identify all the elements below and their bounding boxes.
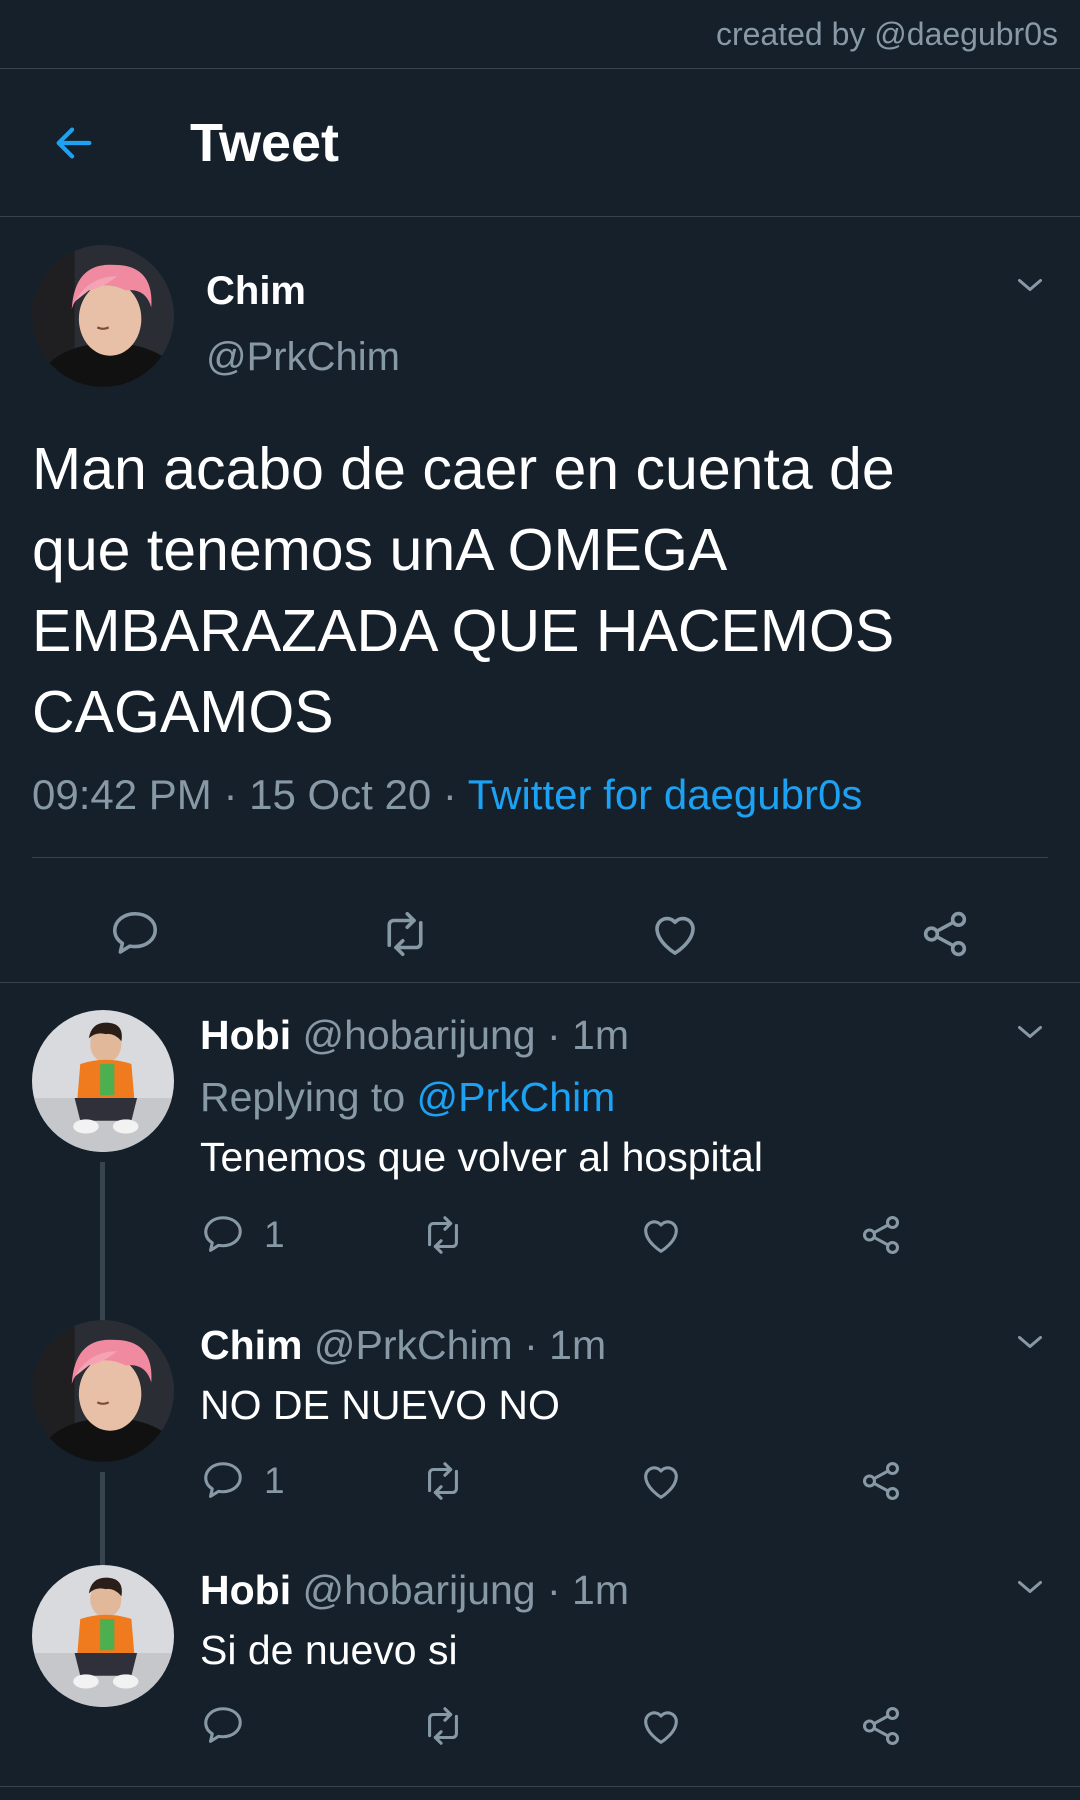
chevron-down-icon (1012, 267, 1048, 303)
avatar-image (32, 1010, 174, 1152)
reply-time: 1m (549, 1322, 607, 1368)
retweet-icon (420, 1703, 466, 1749)
avatar[interactable] (32, 1320, 174, 1462)
author-name[interactable]: Chim (206, 269, 306, 314)
tweet-more-button[interactable] (1010, 1567, 1050, 1607)
reply-tweet[interactable]: Chim @PrkChim · 1m NO DE NUEVO NO 1 (0, 1320, 1080, 1550)
meta-separator: · (431, 771, 468, 818)
author-handle[interactable]: @PrkChim (206, 335, 400, 380)
main-tweet: Chim @PrkChim Man acabo de caer en cuent… (0, 217, 1080, 977)
reply-time: 1m (572, 1012, 630, 1058)
credit-banner: created by @daegubr0s (0, 0, 1080, 69)
tweet-date: 15 Oct 20 (249, 771, 432, 818)
reply-time: 1m (572, 1567, 630, 1613)
author-handle[interactable]: @PrkChim (314, 1322, 513, 1368)
divider (32, 857, 1048, 858)
author-name[interactable]: Hobi (200, 1567, 291, 1613)
share-button[interactable] (858, 1703, 904, 1749)
reply-header: Chim @PrkChim · 1m (200, 1322, 606, 1369)
replying-to-label: Replying to (200, 1074, 406, 1120)
share-icon (918, 907, 972, 961)
retweet-button[interactable] (420, 1458, 466, 1504)
like-button[interactable] (638, 1703, 684, 1749)
meta-separator: · (535, 1567, 573, 1613)
page-title: Tweet (190, 112, 340, 173)
meta-separator: · (512, 1322, 550, 1368)
chevron-down-icon (1012, 1569, 1048, 1605)
reply-button[interactable] (108, 907, 162, 961)
retweet-icon (420, 1458, 466, 1504)
heart-icon (638, 1458, 684, 1504)
reply-count: 1 (264, 1214, 285, 1255)
replying-to: Replying to @PrkChim (200, 1074, 615, 1121)
author-name[interactable]: Hobi (200, 1012, 291, 1058)
like-button[interactable] (638, 1458, 684, 1504)
reply-tweet[interactable]: Hobi @hobarijung · 1m Replying to @PrkCh… (0, 1010, 1080, 1310)
retweet-icon (420, 1212, 466, 1258)
author-handle[interactable]: @hobarijung (303, 1012, 536, 1058)
avatar[interactable] (32, 1010, 174, 1152)
reply-text: Si de nuevo si (200, 1627, 458, 1673)
reply-button[interactable]: 1 (200, 1458, 285, 1504)
meta-separator: · (211, 771, 250, 818)
comment-icon (200, 1212, 246, 1258)
share-button[interactable] (918, 907, 972, 961)
reply-button[interactable]: 1 (200, 1212, 285, 1258)
tweet-more-button[interactable] (1010, 265, 1050, 305)
top-header: Tweet (0, 69, 1080, 217)
meta-separator: · (535, 1012, 573, 1058)
heart-icon (648, 907, 702, 961)
like-button[interactable] (638, 1212, 684, 1258)
reply-header: Hobi @hobarijung · 1m (200, 1012, 629, 1059)
replying-to-handle[interactable]: @PrkChim (417, 1074, 616, 1120)
share-button[interactable] (858, 1458, 904, 1504)
avatar-image (32, 1565, 174, 1707)
avatar[interactable] (32, 245, 174, 387)
heart-icon (638, 1703, 684, 1749)
divider (0, 982, 1080, 983)
retweet-button[interactable] (420, 1703, 466, 1749)
share-icon (858, 1703, 904, 1749)
retweet-icon (378, 907, 432, 961)
reply-header: Hobi @hobarijung · 1m (200, 1567, 629, 1614)
author-name[interactable]: Chim (200, 1322, 303, 1368)
comment-icon (200, 1458, 246, 1504)
retweet-button[interactable] (420, 1212, 466, 1258)
tweet-time: 09:42 PM (32, 771, 212, 818)
share-icon (858, 1212, 904, 1258)
retweet-button[interactable] (378, 907, 432, 961)
back-button[interactable] (44, 113, 104, 173)
arrow-left-icon (56, 126, 92, 159)
heart-icon (638, 1212, 684, 1258)
tweet-more-button[interactable] (1010, 1322, 1050, 1362)
tweet-more-button[interactable] (1010, 1012, 1050, 1052)
avatar-image (32, 1320, 174, 1462)
divider (0, 1786, 1080, 1787)
reply-text: NO DE NUEVO NO (200, 1382, 560, 1428)
reply-count: 1 (264, 1460, 285, 1501)
like-button[interactable] (648, 907, 702, 961)
comment-icon (108, 907, 162, 961)
reply-text: Tenemos que volver al hospital (200, 1134, 763, 1180)
credit-text: created by @daegubr0s (715, 15, 1058, 52)
tweet-actions (0, 889, 1080, 979)
author-handle[interactable]: @hobarijung (303, 1567, 536, 1613)
chevron-down-icon (1012, 1324, 1048, 1360)
avatar[interactable] (32, 1565, 174, 1707)
chevron-down-icon (1012, 1014, 1048, 1050)
share-icon (858, 1458, 904, 1504)
share-button[interactable] (858, 1212, 904, 1258)
tweet-text: Man acabo de caer en cuenta de que tenem… (32, 436, 895, 745)
tweet-source-link[interactable]: Twitter for daegubr0s (468, 771, 863, 818)
avatar-image (32, 245, 174, 387)
reply-button[interactable] (200, 1703, 246, 1749)
comment-icon (200, 1703, 246, 1749)
tweet-meta: 09:42 PM · 15 Oct 20 · Twitter for daegu… (32, 771, 862, 819)
reply-tweet[interactable]: Hobi @hobarijung · 1m Si de nuevo si (0, 1565, 1080, 1795)
